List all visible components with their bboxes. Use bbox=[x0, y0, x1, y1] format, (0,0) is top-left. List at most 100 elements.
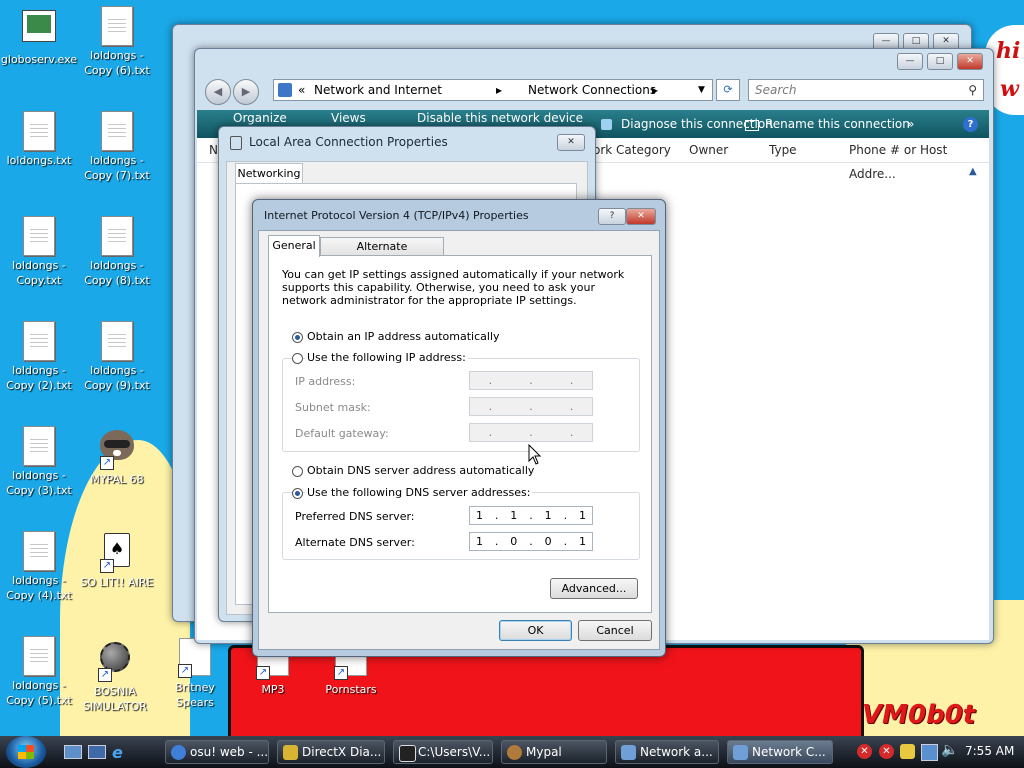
tray-app-icon[interactable] bbox=[900, 744, 915, 759]
desktop-icon-britney-spears[interactable]: ↗ Britney Spears bbox=[156, 636, 234, 710]
column-phone-host[interactable]: Phone # or Host Addre... bbox=[849, 138, 989, 186]
desktop-icon-label: MYPAL 68 bbox=[90, 473, 144, 486]
use-following-dns-radio[interactable] bbox=[292, 488, 303, 499]
general-tab-panel: You can get IP settings assigned automat… bbox=[268, 255, 652, 613]
close-button[interactable]: ✕ bbox=[626, 208, 656, 225]
task-label: Mypal bbox=[526, 745, 562, 759]
desktop-icon-label: loldongs - Copy (8).txt bbox=[84, 259, 150, 287]
desktop-icon-loldongs-copy-9[interactable]: loldongs - Copy (9).txt bbox=[78, 321, 156, 393]
octet[interactable]: 0 bbox=[510, 535, 517, 548]
show-desktop-icon[interactable] bbox=[64, 745, 82, 759]
search-placeholder: Search bbox=[755, 83, 797, 97]
network-adapter-icon bbox=[230, 136, 242, 150]
desktop-icon-label: Pornstars bbox=[325, 683, 377, 696]
minimize-button[interactable]: — bbox=[897, 53, 923, 70]
back-button[interactable]: ◀ bbox=[205, 79, 231, 105]
taskbar-item-osu[interactable]: osu! web - ... bbox=[165, 740, 269, 764]
network-tray-icon[interactable] bbox=[921, 744, 938, 761]
switch-windows-icon[interactable] bbox=[88, 745, 106, 759]
breadcrumb-network-connections[interactable]: Network Connections bbox=[528, 80, 656, 100]
forward-button[interactable]: ▶ bbox=[233, 79, 259, 105]
desktop-icon-loldongs-copy-5[interactable]: loldongs - Copy (5).txt bbox=[0, 636, 78, 708]
address-dropdown-icon[interactable]: ▼ bbox=[698, 80, 705, 100]
taskbar-item-directx[interactable]: DirectX Dia... bbox=[277, 740, 385, 764]
volume-muted-icon[interactable]: 🔈 bbox=[941, 742, 958, 758]
desktop-icon-loldongs-copy-4[interactable]: loldongs - Copy (4).txt bbox=[0, 531, 78, 603]
column-type[interactable]: Type bbox=[769, 138, 797, 162]
help-button[interactable]: ? bbox=[598, 208, 626, 225]
desktop-icon-globoserv[interactable]: globoserv.exe bbox=[0, 6, 78, 67]
collapse-chevron-icon[interactable]: ▲ bbox=[969, 166, 977, 177]
use-following-ip-label[interactable]: Use the following IP address: bbox=[305, 351, 468, 364]
tab-alternate-configuration[interactable]: Alternate Configuration bbox=[320, 237, 444, 271]
preferred-dns-field[interactable]: 1. 1. 1. 1 bbox=[469, 506, 593, 525]
toolbar-more[interactable]: » bbox=[907, 110, 914, 138]
octet[interactable]: 1 bbox=[545, 509, 552, 522]
error-tray-icon[interactable]: ✕ bbox=[879, 744, 894, 759]
use-following-ip-radio[interactable] bbox=[292, 353, 303, 364]
mine-icon: ↗ bbox=[98, 642, 132, 682]
taskbar-item-mypal[interactable]: Mypal bbox=[501, 740, 607, 764]
toolbar-rename[interactable]: Rename this connection bbox=[765, 110, 910, 138]
column-owner[interactable]: Owner bbox=[689, 138, 728, 162]
obtain-dns-auto-radio[interactable] bbox=[292, 466, 303, 477]
desktop-icon-loldongs-copy-7[interactable]: loldongs - Copy (7).txt bbox=[78, 111, 156, 183]
clock[interactable]: 7:55 AM bbox=[965, 744, 1014, 758]
octet[interactable]: 1 bbox=[476, 509, 483, 522]
alternate-dns-field[interactable]: 1. 0. 0. 1 bbox=[469, 532, 593, 551]
octet[interactable]: 1 bbox=[579, 535, 586, 548]
obtain-ip-auto-radio[interactable] bbox=[292, 332, 303, 343]
error-tray-icon[interactable]: ✕ bbox=[857, 744, 872, 759]
desktop-icon-label: loldongs - Copy (4).txt bbox=[6, 574, 72, 602]
octet[interactable]: 0 bbox=[545, 535, 552, 548]
close-button[interactable]: ✕ bbox=[557, 134, 585, 151]
cancel-button[interactable]: Cancel bbox=[578, 620, 652, 641]
taskbar-item-command-prompt[interactable]: C:\Users\V... bbox=[393, 740, 493, 764]
desktop-icon-loldongs-copy-3[interactable]: loldongs - Copy (3).txt bbox=[0, 426, 78, 498]
refresh-button[interactable]: ⟳ bbox=[716, 79, 740, 101]
use-following-dns-label[interactable]: Use the following DNS server addresses: bbox=[305, 486, 533, 499]
shortcut-arrow-icon: ↗ bbox=[98, 668, 112, 682]
text-file-icon bbox=[22, 531, 56, 571]
ipv4-properties-dialog[interactable]: Internet Protocol Version 4 (TCP/IPv4) P… bbox=[252, 199, 666, 657]
octet[interactable]: 1 bbox=[510, 509, 517, 522]
column-network-category[interactable]: ork Category bbox=[593, 138, 671, 162]
advanced-button[interactable]: Advanced... bbox=[550, 578, 638, 599]
desktop-icon-label: Britney Spears bbox=[175, 681, 215, 709]
maximize-button[interactable]: □ bbox=[927, 53, 953, 70]
ok-button[interactable]: OK bbox=[499, 620, 572, 641]
desktop-icon-mp3[interactable]: ↗ MP3 bbox=[234, 650, 312, 697]
desktop-icon-loldongs-copy[interactable]: loldongs - Copy.txt bbox=[0, 216, 78, 288]
taskbar-item-network-and-internet[interactable]: Network a... bbox=[615, 740, 719, 764]
desktop-icon-pornstars[interactable]: ↗ Pornstars bbox=[312, 650, 390, 697]
obtain-ip-auto-label[interactable]: Obtain an IP address automatically bbox=[307, 330, 500, 343]
taskbar-item-network-connections[interactable]: Network C... bbox=[727, 740, 833, 764]
address-bar[interactable]: « Network and Internet ▸ Network Connect… bbox=[273, 79, 713, 101]
subnet-mask-label: Subnet mask: bbox=[295, 401, 371, 414]
desktop-icon-loldongs-copy-6[interactable]: loldongs - Copy (6).txt bbox=[78, 6, 156, 78]
help-icon[interactable]: ? bbox=[963, 117, 978, 132]
rename-icon bbox=[745, 120, 759, 131]
network-folder-icon bbox=[733, 745, 748, 760]
desktop-icon-loldongs[interactable]: loldongs.txt bbox=[0, 111, 78, 168]
desktop-icon-solitaire[interactable]: ♠ ↗ SO LIT!! AIRE bbox=[78, 531, 156, 590]
desktop-icon-loldongs-copy-2[interactable]: loldongs - Copy (2).txt bbox=[0, 321, 78, 393]
desktop-icon-bosnia-simulator[interactable]: ↗ BOSNIA SIMULATOR bbox=[76, 636, 154, 714]
octet[interactable]: 1 bbox=[476, 535, 483, 548]
obtain-dns-auto-label[interactable]: Obtain DNS server address automatically bbox=[307, 464, 534, 477]
internet-explorer-icon[interactable]: e bbox=[112, 743, 123, 762]
desktop-icon-label: MP3 bbox=[261, 683, 285, 696]
task-label: C:\Users\V... bbox=[418, 745, 491, 759]
folder-shortcut-icon: ↗ bbox=[178, 638, 212, 678]
desktop-icon-loldongs-copy-8[interactable]: loldongs - Copy (8).txt bbox=[78, 216, 156, 288]
breadcrumb-network-and-internet[interactable]: Network and Internet bbox=[314, 80, 442, 100]
tab-networking[interactable]: Networking bbox=[235, 163, 303, 184]
octet[interactable]: 1 bbox=[579, 509, 586, 522]
column-name[interactable]: N bbox=[209, 138, 218, 162]
start-button[interactable] bbox=[6, 736, 46, 768]
desktop-icon-mypal[interactable]: ↗ MYPAL 68 bbox=[78, 426, 156, 487]
close-button[interactable]: ✕ bbox=[957, 53, 983, 70]
shortcut-arrow-icon: ↗ bbox=[178, 664, 192, 678]
search-input[interactable]: Search ⚲ bbox=[748, 79, 984, 101]
tab-general[interactable]: General bbox=[268, 235, 320, 257]
